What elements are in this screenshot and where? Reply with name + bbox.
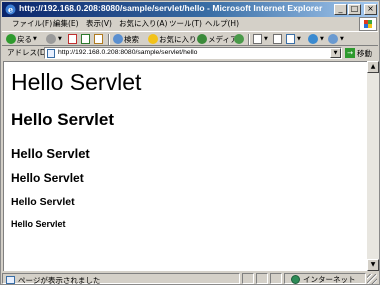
heading-2: Hello Servlet (11, 110, 114, 129)
heading-5: Hello Servlet (11, 196, 75, 208)
search-label: 検索 (124, 34, 139, 44)
edit-button[interactable]: ▼ (286, 33, 301, 45)
address-dropdown-icon[interactable]: ▼ (330, 48, 341, 58)
menu-file[interactable]: ファイル(F) (12, 18, 52, 29)
media-icon (197, 34, 207, 44)
heading-3: Hello Servlet (11, 146, 90, 161)
vertical-scrollbar[interactable]: ▲ ▼ (367, 61, 379, 271)
go-arrow-icon: → (345, 48, 355, 58)
discuss-button[interactable]: ▼ (308, 33, 324, 45)
search-button[interactable]: 検索 (113, 33, 139, 45)
address-label: アドレス(D) (7, 48, 49, 57)
toolbar-separator (108, 34, 110, 45)
back-arrow-icon (6, 34, 16, 44)
status-message-pane: ページが表示されました (2, 273, 240, 285)
zone-label: インターネット (303, 275, 356, 284)
messenger-dropdown-icon[interactable]: ▼ (340, 36, 344, 42)
refresh-icon (81, 34, 90, 44)
mail-icon (253, 34, 262, 44)
stop-button[interactable] (68, 33, 78, 45)
forward-arrow-icon (46, 34, 56, 44)
go-button[interactable]: → 移動 (345, 47, 372, 59)
internet-zone-icon (291, 275, 300, 284)
page-done-icon (6, 276, 15, 284)
messenger-icon (328, 34, 338, 44)
edit-page-icon (286, 34, 295, 44)
mail-dropdown-icon[interactable]: ▼ (264, 36, 268, 42)
print-button[interactable] (273, 33, 283, 45)
scroll-down-button[interactable]: ▼ (367, 259, 379, 271)
home-icon (94, 34, 103, 44)
status-pane-empty (270, 273, 282, 284)
discuss-icon (308, 34, 318, 44)
back-dropdown-icon[interactable]: ▼ (33, 36, 37, 42)
print-icon (273, 34, 282, 44)
browser-window: e http://192.168.0.208:8080/sample/servl… (0, 0, 380, 285)
history-icon (234, 34, 244, 44)
menu-favorites[interactable]: お気に入り(A) (119, 18, 167, 29)
status-pane-empty (256, 273, 268, 284)
scroll-up-button[interactable]: ▲ (367, 61, 379, 73)
address-url[interactable]: http://192.168.0.208:8080/sample/servlet… (58, 49, 197, 56)
maximize-button[interactable]: □ (348, 4, 361, 15)
page-content[interactable]: Hello Servlet Hello Servlet Hello Servle… (3, 61, 367, 271)
edit-dropdown-icon[interactable]: ▼ (297, 36, 301, 42)
heading-6: Hello Servlet (11, 219, 66, 229)
heading-1: Hello Servlet (11, 69, 142, 95)
svg-text:e: e (8, 5, 13, 15)
title-bar[interactable]: e http://192.168.0.208:8080/sample/servl… (2, 2, 378, 17)
ie-logo-icon: e (5, 4, 16, 15)
messenger-button[interactable]: ▼ (328, 33, 344, 45)
history-button[interactable] (234, 33, 245, 45)
favorites-label: お気に入り (159, 34, 197, 44)
forward-button[interactable]: ▼ (46, 33, 62, 45)
menu-bar: ファイル(F) 編集(E) 表示(V) お気に入り(A) ツール(T) ヘルプ(… (2, 17, 378, 31)
home-button[interactable] (94, 33, 104, 45)
window-title: http://192.168.0.208:8080/sample/servlet… (19, 3, 323, 13)
menu-view[interactable]: 表示(V) (86, 18, 112, 29)
standard-toolbar: 戻る ▼ ▼ 検索 お気に入り メディア ▼ ▼ ▼ ▼ (2, 31, 378, 46)
close-button[interactable]: × (364, 4, 377, 15)
menu-help[interactable]: ヘルプ(H) (205, 18, 239, 29)
status-message: ページが表示されました (18, 276, 101, 285)
menu-edit[interactable]: 編集(E) (53, 18, 79, 29)
status-bar: ページが表示されました インターネット (2, 272, 378, 285)
star-icon (148, 34, 158, 44)
stop-icon (68, 34, 77, 44)
search-icon (113, 34, 123, 44)
windows-logo-icon (359, 17, 377, 31)
resize-grip-icon[interactable] (367, 274, 377, 284)
address-input[interactable]: http://192.168.0.208:8080/sample/servlet… (44, 47, 342, 59)
back-label: 戻る (17, 34, 32, 44)
back-button[interactable]: 戻る ▼ (6, 33, 37, 45)
favorites-button[interactable]: お気に入り (148, 33, 197, 45)
forward-dropdown-icon[interactable]: ▼ (58, 36, 62, 42)
minimize-button[interactable]: _ (334, 4, 347, 15)
status-pane-empty (242, 273, 254, 284)
go-label: 移動 (357, 48, 372, 58)
address-bar: アドレス(D) http://192.168.0.208:8080/sample… (2, 46, 378, 60)
page-icon (47, 49, 55, 58)
menu-tools[interactable]: ツール(T) (169, 18, 202, 29)
refresh-button[interactable] (81, 33, 91, 45)
discuss-dropdown-icon[interactable]: ▼ (320, 36, 324, 42)
heading-4: Hello Servlet (11, 171, 84, 185)
media-button[interactable]: メディア (197, 33, 237, 45)
toolbar-separator (248, 34, 250, 45)
mail-button[interactable]: ▼ (253, 33, 268, 45)
